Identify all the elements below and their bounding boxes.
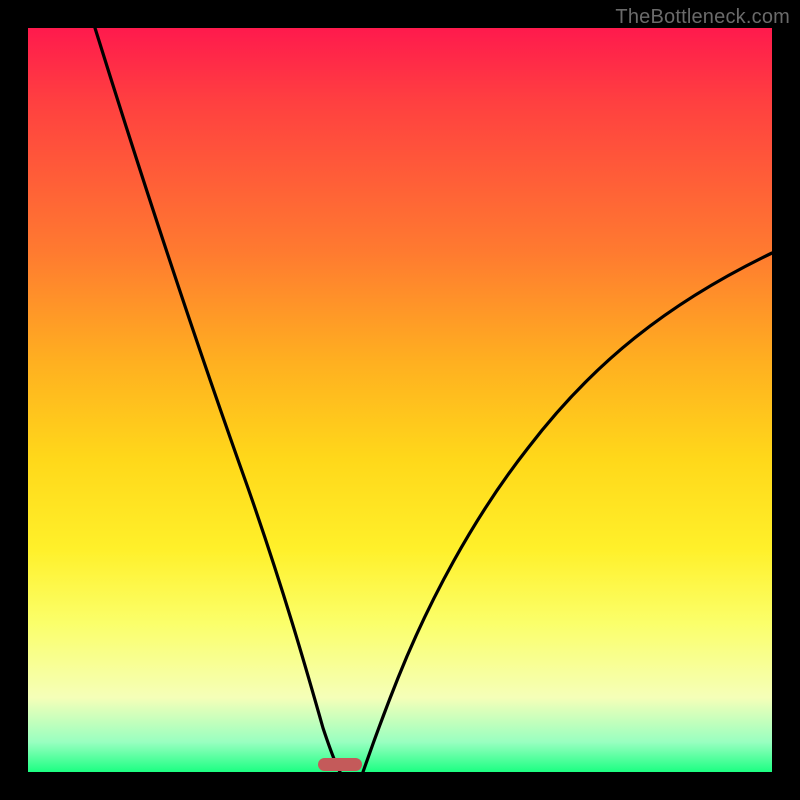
left-curve	[95, 28, 340, 772]
chart-frame: TheBottleneck.com	[0, 0, 800, 800]
watermark-text: TheBottleneck.com	[615, 6, 790, 29]
bottleneck-marker	[318, 758, 362, 771]
curves-svg	[28, 28, 772, 772]
right-curve	[363, 253, 772, 772]
